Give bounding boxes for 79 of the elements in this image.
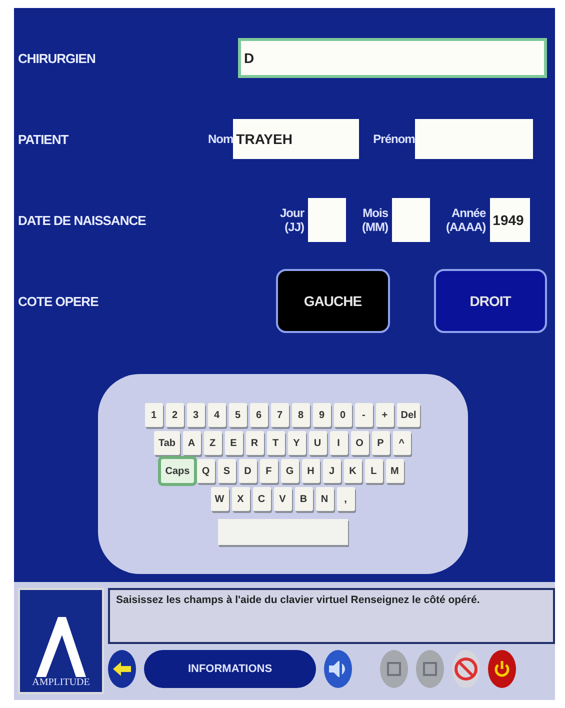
date-input-field[interactable]: 1949: [490, 198, 530, 242]
field-label: DATE DE NAISSANCE: [18, 212, 147, 228]
keyboard-key[interactable]: 3: [186, 403, 205, 427]
field-label: COTE OPERE: [18, 294, 100, 308]
keyboard-key[interactable]: C: [252, 487, 270, 511]
field-label: Année: [451, 206, 486, 220]
keyboard-key[interactable]: D: [238, 459, 257, 483]
keyboard-key[interactable]: -: [354, 403, 373, 427]
keyboard-key[interactable]: P: [372, 431, 390, 455]
keyboard-key[interactable]: J: [322, 459, 341, 483]
cancel-button[interactable]: [452, 650, 480, 688]
tool-button[interactable]: [380, 650, 408, 688]
keyboard-key[interactable]: R: [246, 431, 264, 455]
keyboard-key[interactable]: ^: [392, 431, 411, 455]
keyboard-key[interactable]: N: [316, 487, 334, 511]
keyboard-key[interactable]: 4: [208, 403, 226, 427]
field-label: PATIENT: [18, 132, 70, 146]
keyboard-key[interactable]: L: [364, 459, 383, 483]
help-message: Saisissez les champs à l'aide du clavier virtuel Renseignez le côté opéré.: [108, 588, 555, 644]
speaker-icon: [329, 661, 347, 677]
keyboard-key[interactable]: T: [266, 431, 285, 455]
keyboard-key[interactable]: O: [350, 431, 369, 455]
keyboard-key[interactable]: U: [308, 431, 327, 455]
keyboard-key[interactable]: 1: [144, 403, 163, 427]
arrow-left-button[interactable]: [108, 650, 136, 688]
keyboard-key[interactable]: Z: [204, 431, 222, 455]
field-label: Mois: [362, 206, 388, 220]
keyboard-key[interactable]: Caps: [161, 459, 194, 483]
keyboard-key[interactable]: 5: [228, 403, 247, 427]
keyboard-key[interactable]: I: [330, 431, 348, 455]
arrow-left-icon: [113, 662, 131, 676]
keyboard-key[interactable]: 8: [292, 403, 310, 427]
keyboard-key[interactable]: ,: [336, 487, 354, 511]
keyboard-key[interactable]: S: [218, 459, 236, 483]
keyboard-key[interactable]: 7: [270, 403, 289, 427]
keyboard-key[interactable]: 0: [334, 403, 352, 427]
field-label: Jour: [280, 206, 304, 220]
field-label: CHIRURGIEN: [18, 50, 96, 66]
keyboard-key[interactable]: A: [182, 431, 201, 455]
informations-button[interactable]: INFORMATIONS: [144, 650, 316, 688]
keyboard-key[interactable]: 2: [166, 403, 184, 427]
keyboard-key[interactable]: +: [376, 403, 394, 427]
field-label: Prénom: [373, 132, 415, 146]
keyboard-key[interactable]: W: [210, 487, 228, 511]
first-name-input-field[interactable]: [414, 119, 533, 159]
square-icon: [423, 662, 437, 676]
prohibited-icon: [454, 657, 478, 681]
tool-button[interactable]: [416, 650, 444, 688]
keyboard-key[interactable]: Del: [396, 403, 420, 427]
keyboard-key[interactable]: Q: [196, 459, 215, 483]
keyboard-key[interactable]: B: [294, 487, 312, 511]
keyboard-key[interactable]: F: [260, 459, 278, 483]
format-hint: (JJ): [284, 220, 304, 234]
keyboard-key[interactable]: Y: [288, 431, 306, 455]
keyboard-key[interactable]: H: [302, 459, 320, 483]
keyboard-key[interactable]: X: [232, 487, 250, 511]
keyboard-key[interactable]: G: [280, 459, 299, 483]
letter-a-icon: [36, 617, 86, 677]
sound-button[interactable]: [324, 650, 352, 688]
keyboard-key[interactable]: E: [224, 431, 243, 455]
logo-text: AMPLITUDE: [32, 677, 90, 688]
keyboard-key[interactable]: M: [386, 459, 404, 483]
date-input-field[interactable]: [308, 198, 346, 242]
field-label: Nom: [208, 132, 234, 146]
keyboard-key[interactable]: 6: [250, 403, 268, 427]
format-hint: (AAAA): [446, 220, 486, 234]
side-button[interactable]: DROIT: [434, 269, 547, 333]
last-name-input-field[interactable]: TRAYEH: [233, 119, 360, 159]
power-button[interactable]: [488, 650, 516, 688]
side-button[interactable]: GAUCHE: [276, 269, 390, 333]
square-icon: [387, 662, 401, 676]
keyboard-key[interactable]: V: [274, 487, 292, 511]
power-icon: [494, 660, 510, 678]
surgeon-input-field[interactable]: D: [238, 38, 547, 78]
format-hint: (MM): [362, 220, 388, 234]
keyboard-key[interactable]: 9: [312, 403, 331, 427]
keyboard-key[interactable]: Tab: [154, 431, 180, 455]
date-input-field[interactable]: [392, 198, 430, 242]
keyboard-key[interactable]: K: [344, 459, 362, 483]
